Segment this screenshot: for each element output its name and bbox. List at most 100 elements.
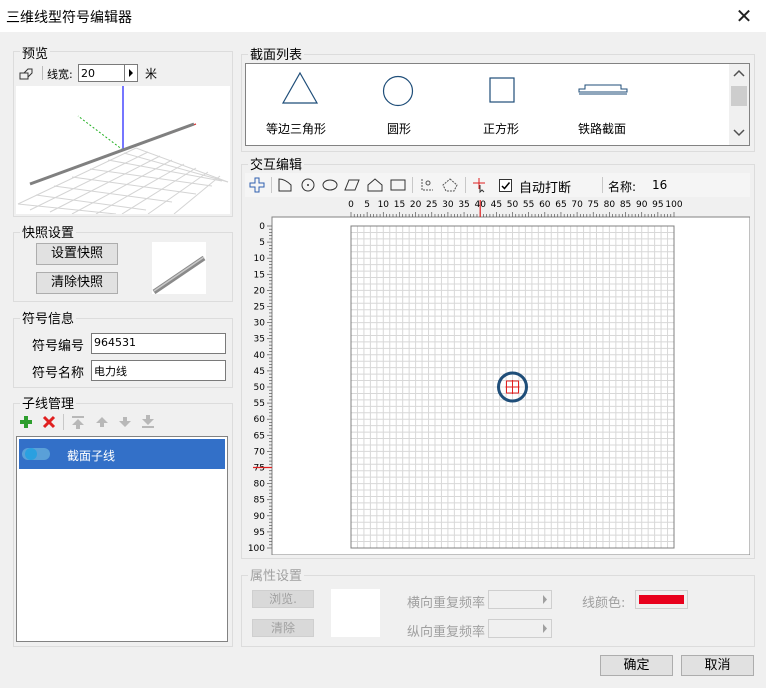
interactive-edit-group-label: 交互编辑 [248,154,305,173]
ruler-tick-label: 65 [254,431,265,441]
ruler-tick-label: 90 [636,200,648,210]
ruler-tick-label: 50 [254,383,266,393]
view-reset-icon[interactable] [18,67,34,84]
move-up-icon[interactable] [94,414,110,433]
ok-button[interactable]: 确定 [600,655,673,676]
move-down-icon[interactable] [117,414,133,433]
ruler-tick-label: 75 [588,200,599,210]
polygon-edit-icon[interactable] [442,177,458,193]
h-repeat-spinner[interactable] [488,590,552,609]
close-icon[interactable]: ✕ [728,0,760,32]
window-title: 三维线型符号编辑器 [6,10,132,26]
browse-button[interactable]: 浏览. [252,590,314,608]
cancel-button[interactable]: 取消 [681,655,754,676]
section-item-triangle[interactable]: 等边三角形 [256,68,340,140]
line-color-label: 线颜色: [582,596,626,611]
toolbar-separator [412,177,413,193]
pentagon-tool-icon[interactable] [367,177,383,193]
linewidth-label: 线宽: [47,68,73,81]
toolbar-separator [63,414,64,430]
list-item[interactable]: 截面子线 [19,439,225,469]
section-item-rail[interactable]: 铁路截面 [571,68,641,140]
circle-tool-icon[interactable] [300,177,316,193]
v-repeat-spinner[interactable] [488,619,552,638]
auto-break-label: 自动打断 [519,181,572,196]
ruler-tick-label: 100 [665,200,682,210]
add-icon[interactable] [18,414,34,433]
move-top-icon[interactable] [70,414,86,433]
attr-clear-button[interactable]: 清除 [252,619,314,637]
circle-icon [382,75,414,107]
select-cursor-icon[interactable] [471,177,487,193]
clear-snapshot-button[interactable]: 清除快照 [36,272,118,294]
ruler-tick-label: 5 [364,200,370,210]
preview-viewport[interactable] [16,86,230,215]
line-color-swatch[interactable] [635,590,688,609]
scroll-up-icon[interactable] [733,68,745,78]
parallelogram-tool-icon[interactable] [344,177,360,193]
ruler-tick-label: 5 [259,238,265,248]
unit-label: 米 [145,67,158,81]
snapshot-thumbnail [152,242,206,295]
square-icon [489,77,515,103]
symbol-info-group-label: 符号信息 [20,308,77,327]
edit-canvas-area[interactable]: 0 5 10 15 20 25 30 35 40 45 50 55 60 65 70 75 80 85 90 95 10… [245,198,750,555]
add-point-icon[interactable] [249,177,265,193]
node-edit-icon[interactable] [419,177,435,193]
section-item-square[interactable]: 正方形 [476,68,536,140]
ruler-tick-label: 40 [254,351,266,361]
ruler-tick-label: 50 [507,200,519,210]
name-label: 名称: [608,180,637,194]
ruler-tick-label: 95 [652,200,663,210]
section-item-label: 圆形 [387,122,412,136]
rectangle-tool-icon[interactable] [390,177,406,193]
ruler-tick-label: 65 [555,200,566,210]
linewidth-spin-button[interactable] [124,64,138,82]
symbol-name-input[interactable]: 电力线 [91,360,226,381]
toolbar-separator [42,66,43,80]
drawing-area [271,216,750,555]
ruler-tick-label: 75 [254,464,265,474]
line-color-fill [639,595,684,604]
delete-icon[interactable] [41,414,57,433]
linewidth-input[interactable]: 20 [78,64,125,82]
toolbar-separator [465,177,466,193]
ruler-tick-label: 30 [254,319,266,329]
ellipse-tool-icon[interactable] [322,177,338,193]
v-repeat-label: 纵向重复频率 [407,625,486,640]
scroll-down-icon[interactable] [733,128,745,138]
auto-break-checkbox[interactable] [499,179,512,192]
section-item-label: 等边三角形 [266,122,327,136]
name-value[interactable]: 16 [652,178,667,192]
move-bottom-icon[interactable] [140,414,156,433]
symbol-id-input[interactable]: 964531 [91,333,226,354]
ruler-tick-label: 30 [442,200,454,210]
ruler-tick-label: 45 [254,367,265,377]
section-item-circle[interactable]: 圆形 [369,68,429,140]
ruler-and-grid: 0 5 10 15 20 25 30 35 40 45 50 55 60 65 70 75 80 85 90 95 10… [248,200,750,555]
edit-toolbar: 自动打断 名称: 16 [245,173,750,197]
section-item-label: 铁路截面 [578,122,627,136]
set-snapshot-button[interactable]: 设置快照 [36,243,118,265]
corner-shape-icon[interactable] [277,177,293,193]
section-list-scrollbar[interactable] [729,64,749,145]
texture-preview [331,589,380,637]
toggle-icon[interactable] [22,447,52,464]
ruler-tick-label: 90 [254,512,266,522]
ruler-tick-label: 35 [254,335,265,345]
symbol-name-label: 符号名称 [32,366,85,381]
ruler-tick-label: 20 [254,286,266,296]
ruler-tick-label: 0 [259,222,265,232]
ruler-tick-label: 0 [348,200,354,210]
preview-group-label: 预览 [20,43,51,62]
ruler-tick-label: 60 [254,415,266,425]
ruler-tick-label: 25 [426,200,437,210]
ruler-tick-label: 80 [604,200,616,210]
section-list[interactable]: 等边三角形 圆形 正方形 铁路截面 [245,63,750,146]
ruler-tick-label: 60 [539,200,551,210]
scroll-thumb[interactable] [731,86,747,106]
subline-item-label: 截面子线 [67,449,116,463]
subline-list[interactable]: 截面子线 [16,436,228,642]
preview-3d-scene [17,86,229,215]
section-item-label: 正方形 [483,122,520,136]
